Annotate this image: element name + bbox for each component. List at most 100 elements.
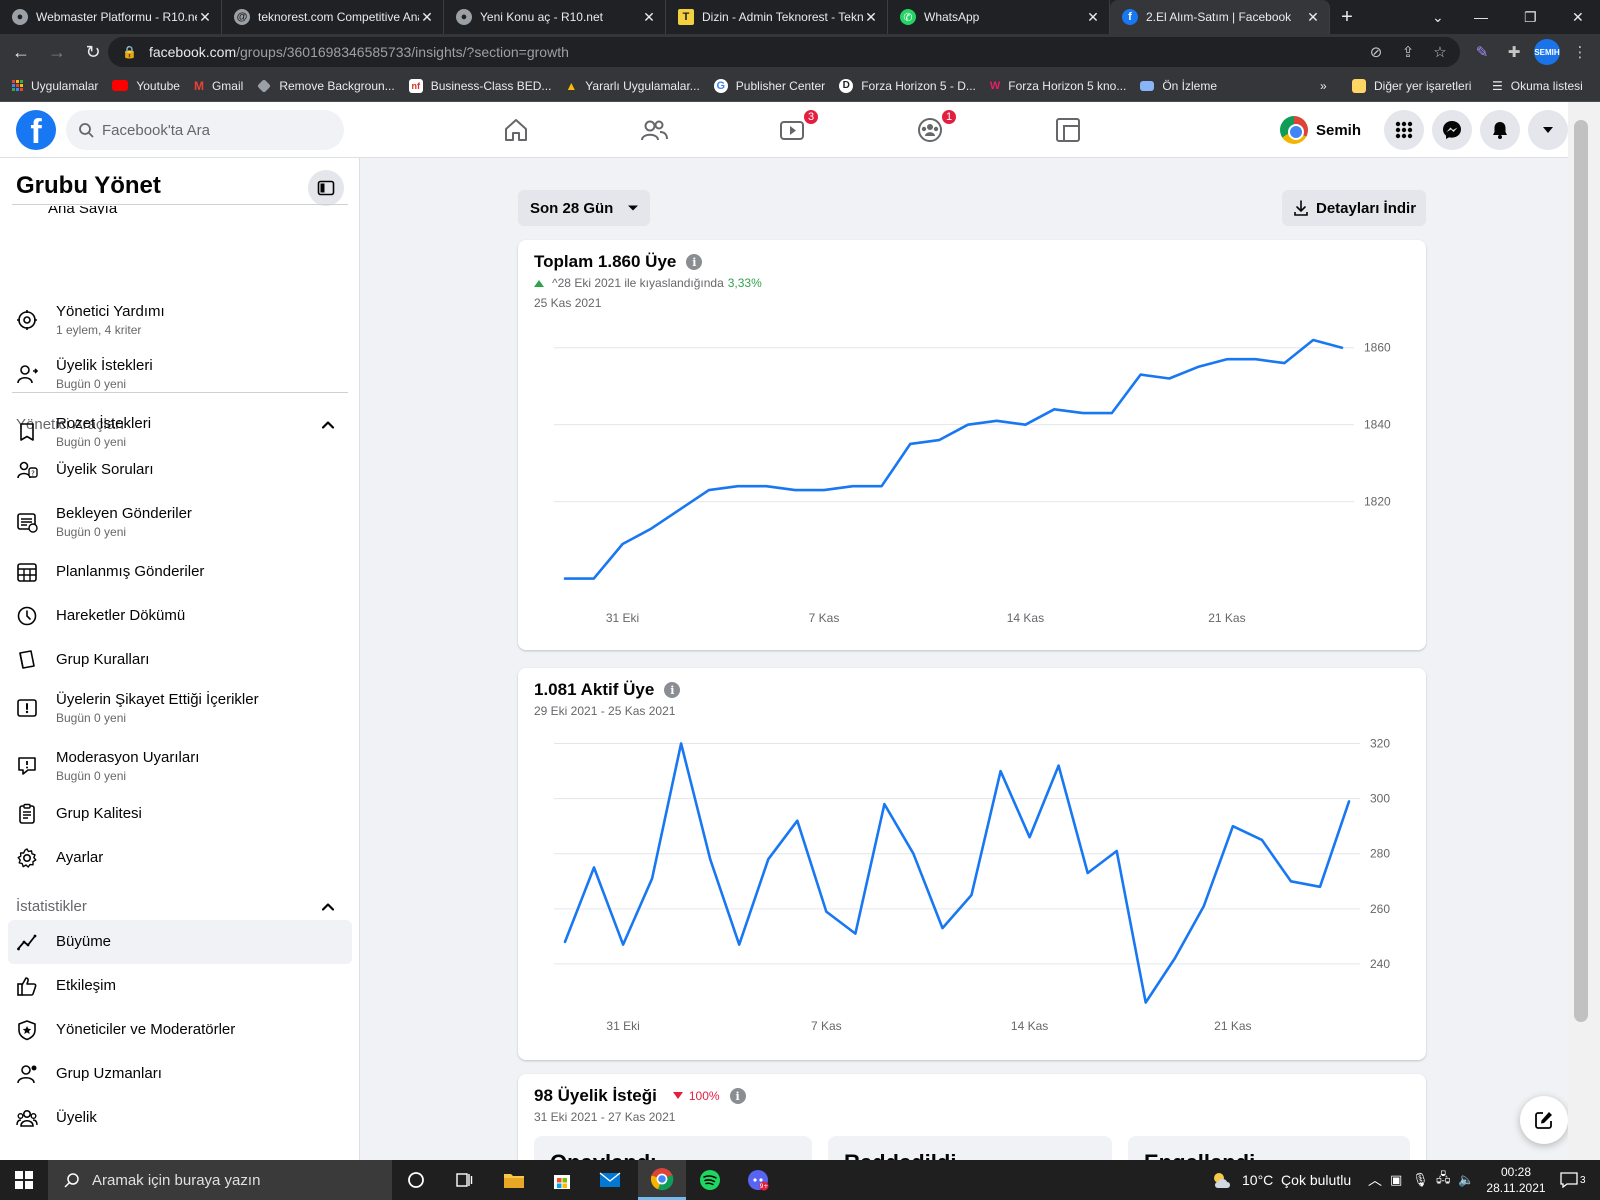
scrollbar-thumb[interactable]: [1574, 120, 1588, 1022]
bookmark-other[interactable]: Diğer yer işaretleri: [1352, 78, 1471, 93]
close-icon[interactable]: ✕: [641, 9, 657, 26]
window-close-icon[interactable]: ✕: [1572, 0, 1584, 34]
sidebar-item-settings[interactable]: Ayarlar: [8, 838, 352, 878]
network-icon[interactable]: 🖧: [1436, 1160, 1451, 1200]
bookmark-useful-apps[interactable]: ▲ Yararlı Uygulamalar...: [565, 79, 699, 93]
date-range-dropdown[interactable]: Son 28 Gün: [518, 190, 650, 226]
sidebar-item-member-questions[interactable]: ? Üyelik Soruları: [8, 450, 352, 490]
info-icon[interactable]: i: [729, 1088, 746, 1104]
restore-icon[interactable]: ❐: [1524, 0, 1537, 34]
tab-search-icon[interactable]: ⌄: [1432, 0, 1444, 34]
download-details-button[interactable]: Detayları İndir: [1282, 190, 1426, 226]
taskbar-store[interactable]: [538, 1160, 586, 1200]
bookmark-publisher-center[interactable]: G Publisher Center: [713, 78, 825, 93]
address-bar[interactable]: 🔒 facebook.com/groups/3601698346585733/i…: [108, 37, 1460, 67]
close-icon[interactable]: ✕: [1085, 9, 1101, 26]
bookmark-apps[interactable]: Uygulamalar: [12, 79, 98, 93]
moderation-icon: [16, 755, 38, 777]
browser-tab-facebook[interactable]: f 2.El Alım-Satım | Facebook ✕: [1110, 0, 1330, 34]
sidebar-item-membership[interactable]: Üyelik: [8, 1096, 352, 1140]
caret-down-icon: [628, 205, 639, 211]
sidebar-item-admins-mods[interactable]: Yöneticiler ve Moderatörler: [8, 1008, 352, 1052]
taskbar-search[interactable]: Aramak için buraya yazın: [48, 1160, 392, 1200]
extension-feather-icon[interactable]: ✎: [1470, 40, 1494, 64]
nav-gaming[interactable]: [1012, 106, 1124, 154]
bookmark-youtube[interactable]: Youtube: [112, 79, 180, 93]
sidebar-item-pending-posts[interactable]: Bekleyen Gönderiler Bugün 0 yeni: [8, 496, 352, 548]
taskbar-discord[interactable]: 9+: [734, 1160, 782, 1200]
bookmark-forza-1[interactable]: D Forza Horizon 5 - D...: [839, 78, 976, 93]
menu-button[interactable]: [1384, 110, 1424, 150]
close-icon[interactable]: ✕: [197, 9, 213, 26]
sidebar-item-moderation-alerts[interactable]: Moderasyon Uyarıları Bugün 0 yeni: [8, 740, 352, 792]
close-icon[interactable]: ✕: [1305, 9, 1321, 26]
statistics-header[interactable]: İstatistikler: [16, 898, 336, 915]
facebook-logo[interactable]: f: [16, 110, 56, 150]
nav-groups[interactable]: 1: [874, 106, 986, 154]
close-icon[interactable]: ✕: [419, 9, 435, 26]
bookmark-preview[interactable]: Ön İzleme: [1140, 79, 1217, 93]
reload-icon[interactable]: ↻: [78, 37, 108, 67]
sidebar-item-group-rules[interactable]: Grup Kuralları: [8, 640, 352, 680]
notifications-button[interactable]: [1480, 110, 1520, 150]
back-icon[interactable]: ←: [6, 37, 36, 67]
taskbar-spotify[interactable]: [686, 1160, 734, 1200]
profile-avatar[interactable]: SEMIH: [1534, 39, 1560, 65]
bookmark-label: Yararlı Uygulamalar...: [585, 78, 700, 93]
cortana-button[interactable]: [392, 1160, 440, 1200]
volume-icon[interactable]: 🔈: [1458, 1160, 1474, 1200]
compose-button[interactable]: [1520, 1096, 1568, 1144]
notification-center-button[interactable]: 3: [1560, 1160, 1586, 1200]
search-input[interactable]: [102, 121, 322, 139]
clock[interactable]: 00:28 28.11.2021: [1486, 1160, 1546, 1200]
eye-off-icon[interactable]: ⊘: [1364, 40, 1388, 64]
show-hidden-icons-button[interactable]: ︿: [1368, 1160, 1382, 1200]
star-icon[interactable]: ☆: [1428, 40, 1452, 64]
browser-tab-r10[interactable]: ● Webmaster Platformu - R10.net ✕: [0, 0, 222, 34]
task-view-button[interactable]: [440, 1160, 488, 1200]
bookmark-reading-list[interactable]: ☰ Okuma listesi: [1492, 79, 1583, 93]
bookmark-forza-2[interactable]: W Forza Horizon 5 kno...: [990, 79, 1126, 93]
browser-tab-r10-new-topic[interactable]: ● Yeni Konu aç - R10.net ✕: [444, 0, 666, 34]
sidebar-item-activity-log[interactable]: Hareketler Dökümü: [8, 596, 352, 636]
search-box[interactable]: [66, 110, 344, 150]
nav-friends[interactable]: [598, 106, 710, 154]
share-icon[interactable]: ⇪: [1396, 40, 1420, 64]
more-bookmarks-chevron-icon[interactable]: »: [1320, 79, 1327, 93]
windows-start-button[interactable]: [0, 1160, 48, 1200]
close-icon[interactable]: ✕: [863, 9, 879, 26]
sidebar-item-scheduled-posts[interactable]: Planlanmış Gönderiler: [8, 552, 352, 592]
bookmark-gmail[interactable]: M Gmail: [194, 79, 243, 93]
forward-icon[interactable]: →: [42, 37, 72, 67]
new-tab-button[interactable]: +: [1330, 0, 1364, 34]
collapse-sidebar-button[interactable]: [308, 170, 344, 206]
sidebar-item-growth[interactable]: Büyüme: [8, 920, 352, 964]
extensions-puzzle-icon[interactable]: ✚: [1502, 40, 1526, 64]
sidebar-item-group-quality[interactable]: Grup Kalitesi: [8, 794, 352, 834]
profile-shortcut[interactable]: Semih: [1280, 112, 1361, 148]
sidebar-item-home[interactable]: Ana Sayfa: [16, 206, 346, 214]
sidebar-item-group-experts[interactable]: Grup Uzmanları: [8, 1052, 352, 1096]
bookmark-remove-bg[interactable]: Remove Backgroun...: [257, 79, 395, 93]
browser-tab-teknorest-analysis[interactable]: @ teknorest.com Competitive Analysis ✕: [222, 0, 444, 34]
menu-kebab-icon[interactable]: ⋮: [1568, 40, 1592, 64]
bookmark-business-class[interactable]: nf Business-Class BED...: [408, 78, 551, 93]
nav-watch[interactable]: 3: [736, 106, 848, 154]
meet-now-icon[interactable]: ▣: [1390, 1160, 1402, 1200]
taskbar-mail[interactable]: [586, 1160, 634, 1200]
sidebar-item-admin-assist[interactable]: Yönetici Yardımı 1 eylem, 4 kriter: [8, 294, 352, 346]
account-button[interactable]: [1528, 110, 1568, 150]
weather-widget[interactable]: 10°C Çok bulutlu: [1210, 1160, 1351, 1200]
browser-tab-teknorest-admin[interactable]: T Dizin - Admin Teknorest - Teknorest ✕: [666, 0, 888, 34]
minimize-icon[interactable]: —: [1474, 0, 1488, 34]
nav-home[interactable]: [460, 106, 572, 154]
taskbar-chrome[interactable]: [638, 1160, 686, 1200]
microphone-icon[interactable]: 🎙: [1412, 1160, 1429, 1200]
browser-tab-whatsapp[interactable]: ✆ WhatsApp ✕: [888, 0, 1110, 34]
messenger-button[interactable]: [1432, 110, 1472, 150]
taskbar-file-explorer[interactable]: [490, 1160, 538, 1200]
sidebar-item-member-requests[interactable]: Üyelik İstekleri Bugün 0 yeni: [8, 348, 352, 400]
sidebar-item-engagement[interactable]: Etkileşim: [8, 964, 352, 1008]
sidebar-item-reported-content[interactable]: Üyelerin Şikayet Ettiği İçerikler Bugün 0…: [8, 682, 352, 734]
sub-card-title: Engellendi: [1144, 1150, 1255, 1160]
